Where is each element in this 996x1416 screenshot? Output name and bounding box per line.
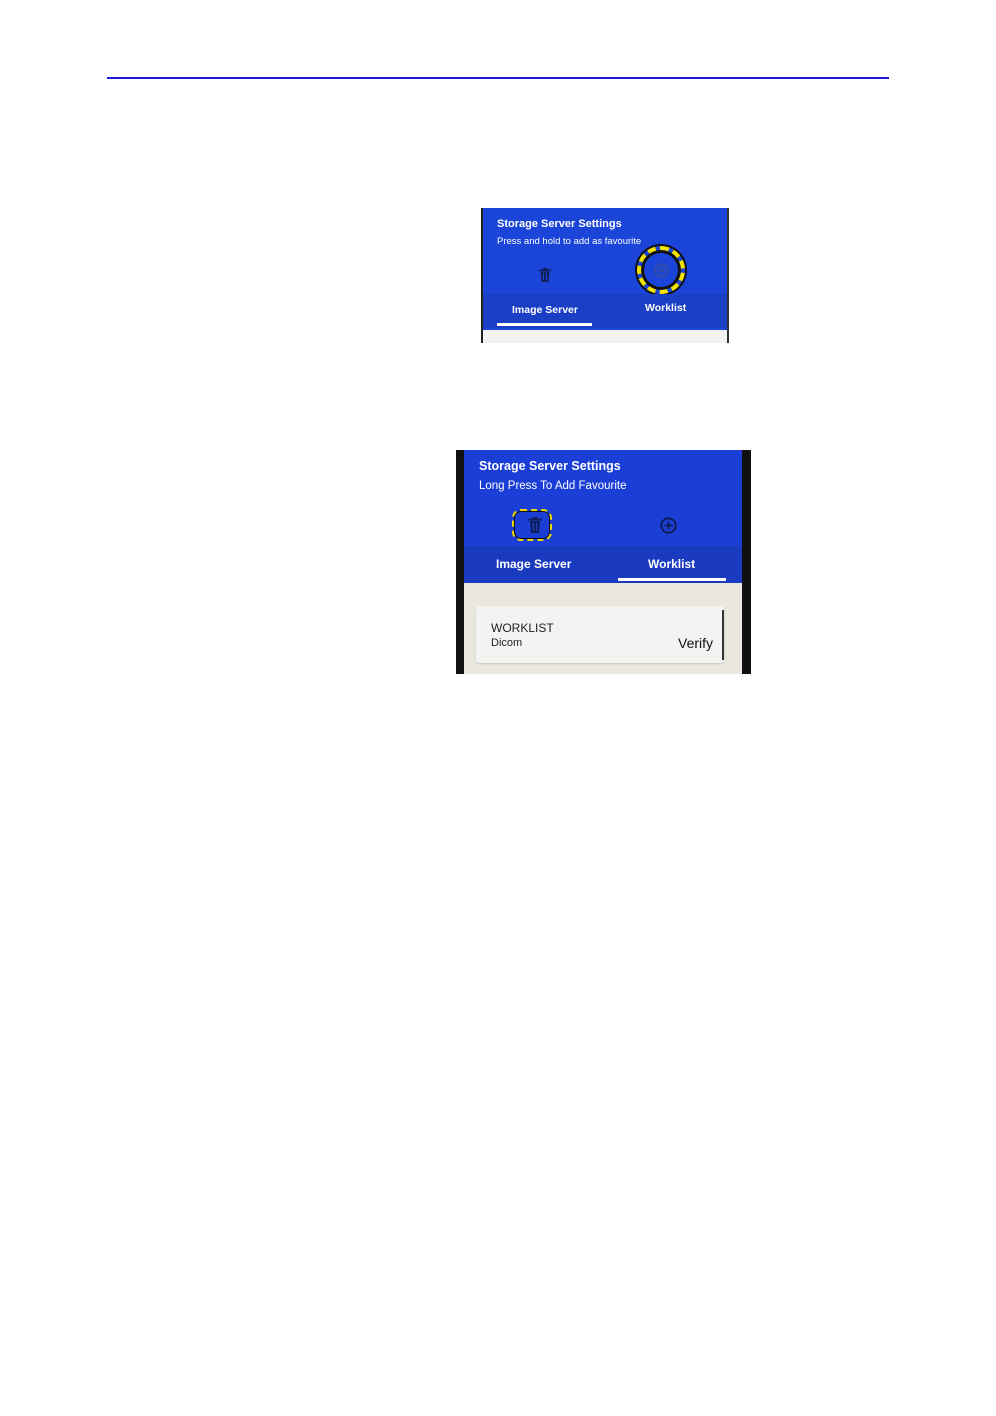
tab-image-server[interactable]: Image Server [496,557,571,571]
selected-tab-indicator [497,323,592,326]
add-circle-icon[interactable] [654,263,669,278]
server-type: Dicom [491,637,523,649]
app-screen: Storage Server Settings Long Press To Ad… [464,450,742,674]
add-circle-icon[interactable] [660,517,677,534]
tab-image-server[interactable]: Image Server [512,304,578,316]
storage-server-settings-screenshot-1: Storage Server Settings Press and hold t… [481,208,729,343]
settings-title: Storage Server Settings [479,459,621,473]
verify-button[interactable]: Verify [678,635,713,651]
tab-worklist[interactable]: Worklist [648,557,695,571]
selected-tab-indicator [618,578,726,581]
card-divider [722,610,724,660]
settings-subtitle: Press and hold to add as favourite [497,236,642,247]
content-area [483,330,727,343]
settings-subtitle: Long Press To Add Favourite [479,480,627,492]
server-name: WORKLIST [491,621,554,635]
header-rule [107,77,889,79]
trash-icon[interactable] [539,268,551,282]
tab-worklist[interactable]: Worklist [645,302,686,314]
storage-server-settings-screenshot-2: Storage Server Settings Long Press To Ad… [456,450,751,674]
settings-title: Storage Server Settings [497,218,622,230]
trash-icon[interactable] [528,517,542,533]
